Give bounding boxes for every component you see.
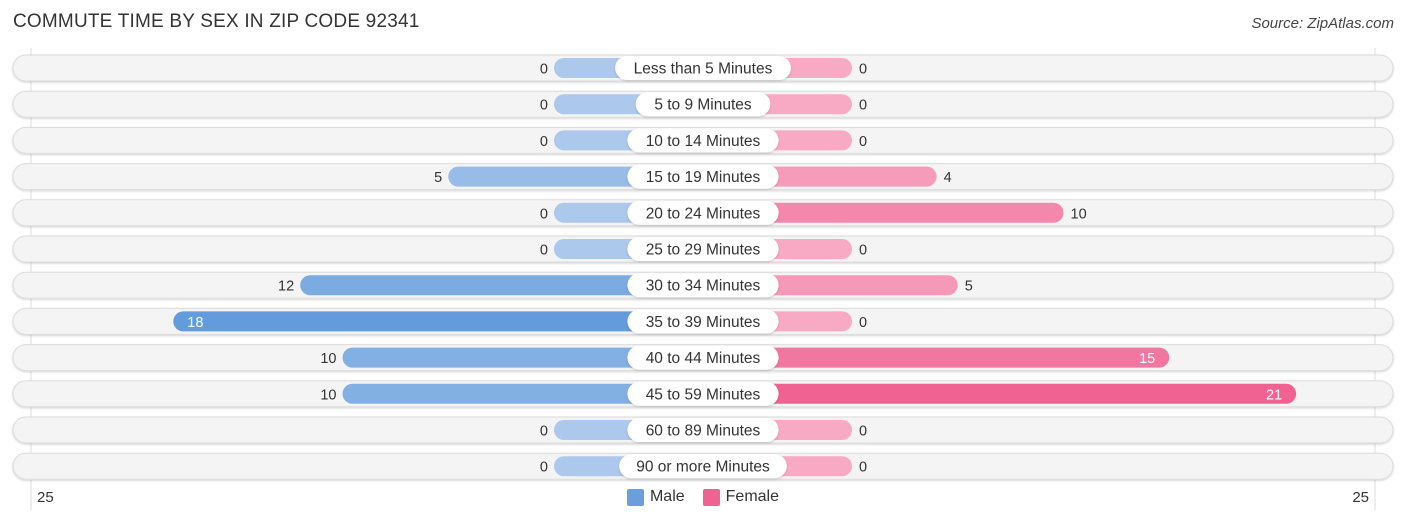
legend: Male Female xyxy=(0,488,1406,506)
female-value-label: 0 xyxy=(859,62,867,78)
category-label: 30 to 34 Minutes xyxy=(646,278,761,295)
female-value-label: 0 xyxy=(859,243,867,259)
category-label: 10 to 14 Minutes xyxy=(646,133,761,150)
category-label: 20 to 24 Minutes xyxy=(646,205,761,222)
bar-female xyxy=(703,383,1297,404)
female-value-label: 0 xyxy=(859,460,867,476)
female-value-label: 0 xyxy=(859,424,867,440)
bar-male xyxy=(173,311,704,332)
male-value-label: 10 xyxy=(320,387,336,403)
category-label: 5 to 9 Minutes xyxy=(654,97,752,114)
female-value-label: 15 xyxy=(1139,351,1155,367)
category-label: 45 to 59 Minutes xyxy=(646,386,761,403)
category-label: 25 to 29 Minutes xyxy=(646,242,761,259)
category-label: 35 to 39 Minutes xyxy=(646,314,761,331)
male-value-label: 0 xyxy=(540,206,548,222)
category-label: 90 or more Minutes xyxy=(636,459,770,476)
female-value-label: 0 xyxy=(859,134,867,150)
male-value-label: 10 xyxy=(320,351,336,367)
male-value-label: 0 xyxy=(540,243,548,259)
legend-item-female[interactable]: Female xyxy=(702,488,780,506)
legend-female-label: Female xyxy=(725,488,780,505)
legend-male-label: Male xyxy=(649,488,685,505)
male-value-label: 0 xyxy=(540,424,548,440)
female-value-label: 10 xyxy=(1071,206,1087,222)
male-value-label: 0 xyxy=(540,62,548,78)
female-swatch xyxy=(702,488,720,506)
male-value-label: 0 xyxy=(540,98,548,114)
female-value-label: 0 xyxy=(859,315,867,331)
male-value-label: 0 xyxy=(540,134,548,150)
male-value-label: 5 xyxy=(434,170,442,186)
legend-item-male[interactable]: Male xyxy=(626,488,685,506)
male-value-label: 12 xyxy=(278,279,294,295)
female-value-label: 0 xyxy=(859,98,867,114)
category-label: 15 to 19 Minutes xyxy=(646,169,761,186)
female-value-label: 4 xyxy=(944,170,952,186)
female-value-label: 21 xyxy=(1266,387,1282,403)
female-value-label: 5 xyxy=(965,279,973,295)
male-value-label: 0 xyxy=(540,460,548,476)
chart-canvas: Less than 5 Minutes 0 0 5 to 9 Minutes 0 0 10 … xyxy=(12,48,1394,510)
male-value-label: 18 xyxy=(187,315,203,331)
male-swatch xyxy=(626,488,644,506)
category-label: 60 to 89 Minutes xyxy=(646,423,761,440)
category-label: 40 to 44 Minutes xyxy=(646,350,761,367)
category-label: Less than 5 Minutes xyxy=(634,61,773,78)
